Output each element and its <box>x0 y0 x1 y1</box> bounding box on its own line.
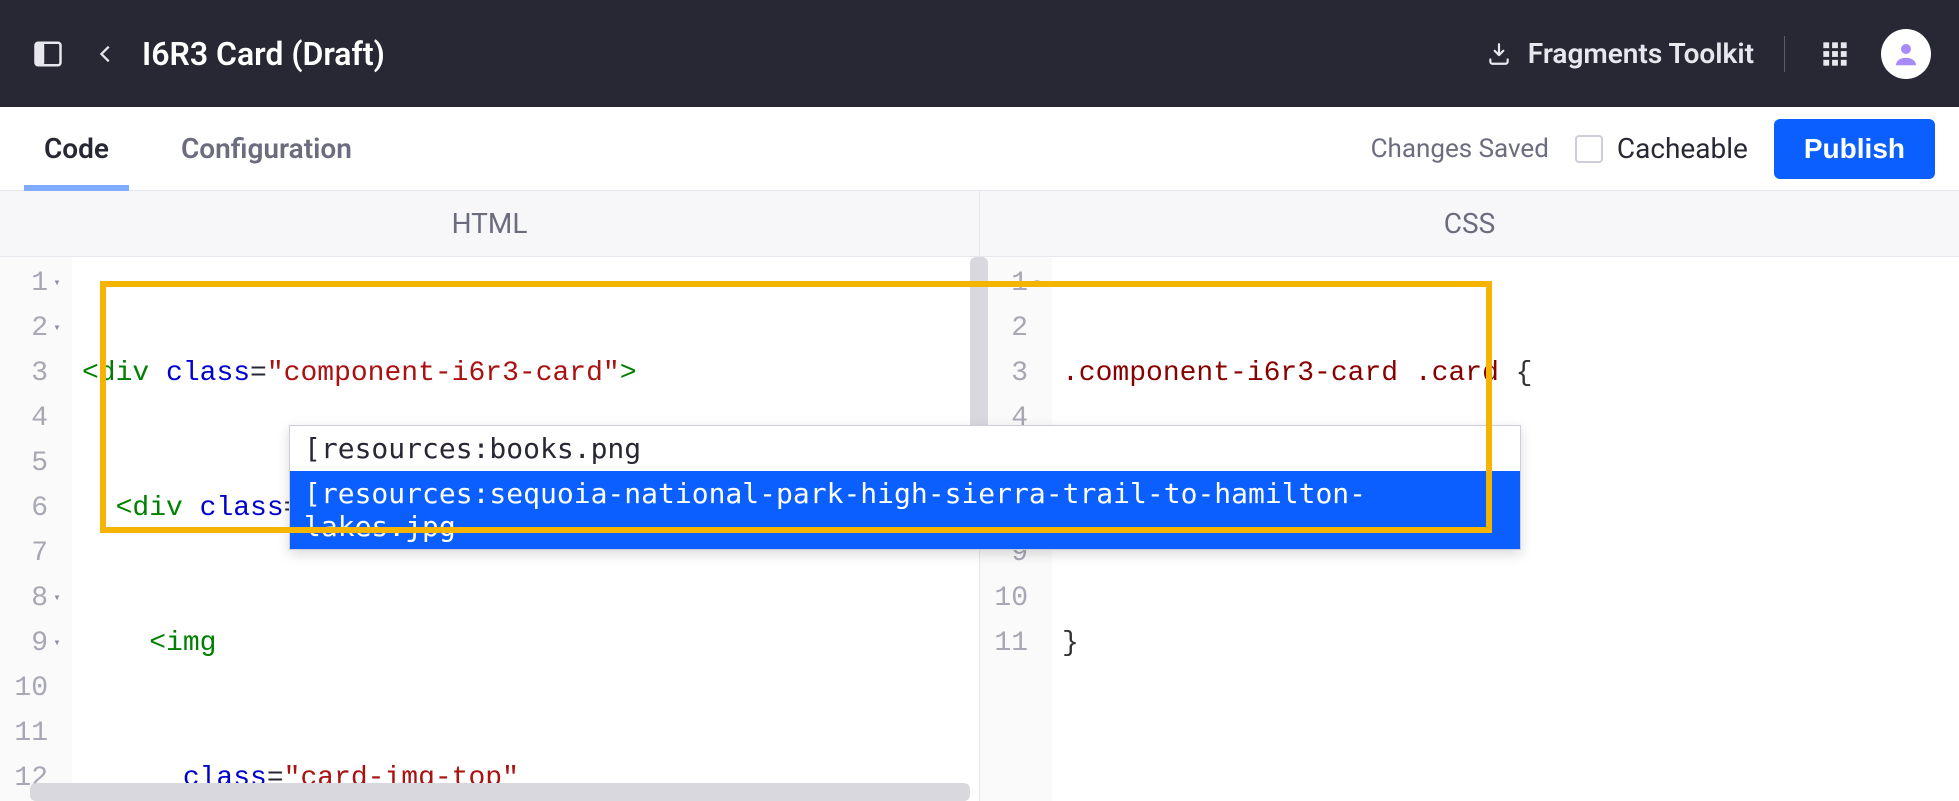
fragments-toolkit-label: Fragments Toolkit <box>1528 37 1754 70</box>
apps-grid-icon[interactable] <box>1815 34 1855 74</box>
panel-toggle-icon[interactable] <box>28 34 68 74</box>
publish-button[interactable]: Publish <box>1774 119 1935 179</box>
page-title: I6R3 Card (Draft) <box>142 35 385 73</box>
editor-header-html: HTML <box>0 191 979 257</box>
editor-header-css: CSS <box>980 191 1959 257</box>
fragments-toolkit-button[interactable]: Fragments Toolkit <box>1486 37 1754 70</box>
gutter-html: 1▾ 2▾ 3 4 5 6 7 8▾ 9▾ 10 11 12 <box>0 257 72 801</box>
fold-icon[interactable]: ▾ <box>52 621 62 666</box>
toolbar-right: Changes Saved Cacheable Publish <box>1371 107 1935 190</box>
fold-icon[interactable]: ▾ <box>1032 261 1042 306</box>
topbar: I6R3 Card (Draft) Fragments Toolkit <box>0 0 1959 107</box>
toolbar-tabs: Code Configuration <box>24 107 372 190</box>
download-icon <box>1486 41 1512 67</box>
toolbar: Code Configuration Changes Saved Cacheab… <box>0 107 1959 191</box>
fold-icon[interactable]: ▾ <box>52 261 62 306</box>
autocomplete-item[interactable]: [resources:books.png <box>290 426 1520 471</box>
avatar[interactable] <box>1881 29 1931 79</box>
fold-icon[interactable]: ▾ <box>52 576 62 621</box>
back-icon[interactable] <box>86 34 126 74</box>
fold-icon[interactable]: ▾ <box>52 306 62 351</box>
cacheable-label: Cacheable <box>1617 132 1748 165</box>
tab-configuration[interactable]: Configuration <box>161 107 372 190</box>
horizontal-scrollbar[interactable] <box>30 783 970 801</box>
topbar-right: Fragments Toolkit <box>1486 29 1931 79</box>
separator <box>1784 36 1785 72</box>
autocomplete-popup[interactable]: [resources:books.png [resources:sequoia-… <box>289 425 1521 550</box>
cacheable-checkbox[interactable]: Cacheable <box>1575 132 1748 165</box>
autocomplete-item-selected[interactable]: [resources:sequoia-national-park-high-si… <box>290 471 1520 549</box>
editors: HTML 1▾ 2▾ 3 4 5 6 7 8▾ 9▾ 10 11 12 <div… <box>0 191 1959 801</box>
editor-html: HTML 1▾ 2▾ 3 4 5 6 7 8▾ 9▾ 10 11 12 <div… <box>0 191 980 801</box>
checkbox-icon <box>1575 135 1603 163</box>
tab-code[interactable]: Code <box>24 107 129 190</box>
status-text: Changes Saved <box>1371 134 1549 164</box>
